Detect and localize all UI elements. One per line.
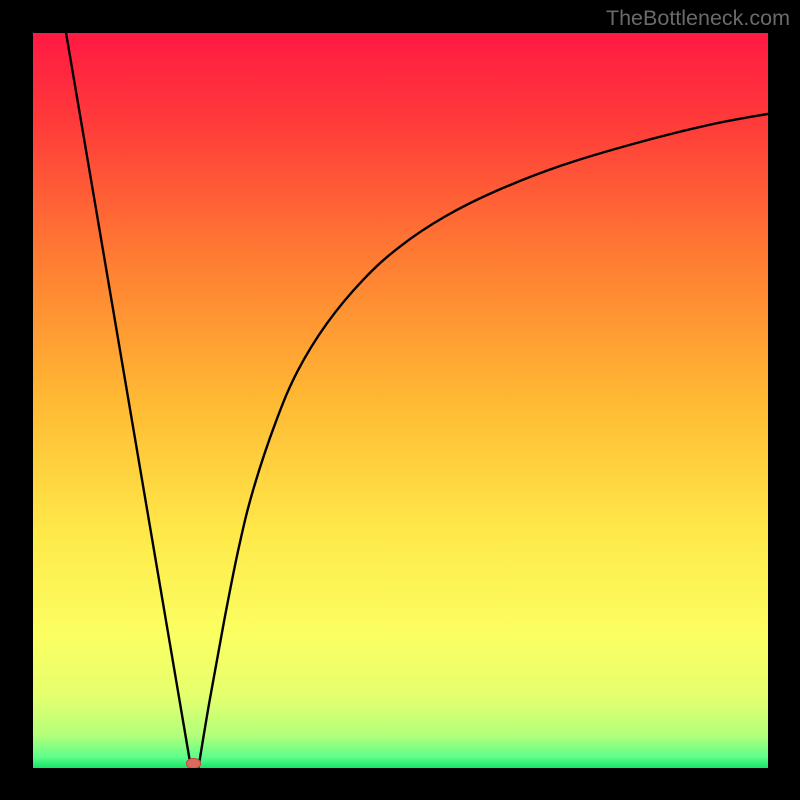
chart-plot-area: [33, 33, 768, 768]
watermark-text: TheBottleneck.com: [606, 6, 790, 31]
bottleneck-curve: [33, 33, 768, 768]
chart-frame: [0, 0, 800, 800]
optimal-point-marker: [186, 758, 201, 768]
